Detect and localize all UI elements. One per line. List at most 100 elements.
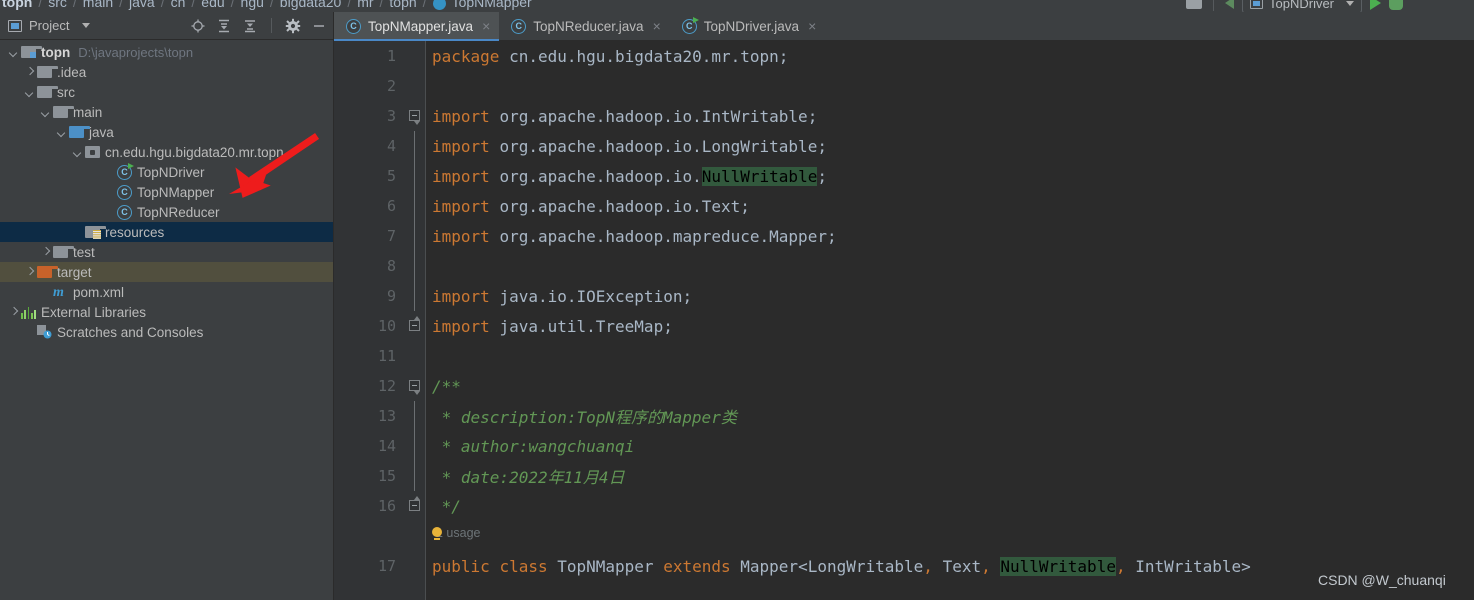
breadcrumb-item[interactable]: cn <box>169 0 188 10</box>
fold-column[interactable] <box>406 71 426 101</box>
breadcrumb-item[interactable]: hgu <box>239 0 266 10</box>
run-configuration-selector[interactable]: TopNDriver <box>1242 0 1363 12</box>
fold-column[interactable] <box>406 491 426 521</box>
chevron-right-icon[interactable] <box>24 67 35 78</box>
code-line[interactable]: 14 * author:wangchuanqi <box>334 431 1474 461</box>
fold-close-icon[interactable] <box>409 316 420 331</box>
tree-item-java[interactable]: java <box>0 122 333 142</box>
code-line[interactable]: 6 import org.apache.hadoop.io.Text; <box>334 191 1474 221</box>
breadcrumb-item[interactable]: main <box>81 0 115 10</box>
fold-column[interactable] <box>406 161 426 191</box>
tree-item-resources[interactable]: resources <box>0 222 333 242</box>
fold-column[interactable] <box>406 401 426 431</box>
tree-item-src[interactable]: src <box>0 82 333 102</box>
fold-column[interactable] <box>406 311 426 341</box>
fold-column[interactable] <box>406 281 426 311</box>
chevron-down-icon[interactable] <box>24 87 35 98</box>
tree-item-cn-edu-hgu-bigdata20-mr-topn[interactable]: cn.edu.hgu.bigdata20.mr.topn <box>0 142 333 162</box>
chevron-down-icon[interactable] <box>56 127 67 138</box>
tree-item-target[interactable]: target <box>0 262 333 282</box>
close-icon[interactable]: × <box>653 19 661 33</box>
fold-column[interactable] <box>406 221 426 251</box>
editor-tab-topnreducer-java[interactable]: C TopNReducer.java × <box>499 12 670 40</box>
code-line[interactable]: 11 <box>334 341 1474 371</box>
tree-item-topn[interactable]: topn D:\javaprojects\topn <box>0 42 333 62</box>
breadcrumb-item[interactable]: java <box>127 0 157 10</box>
code-line[interactable]: 3 import org.apache.hadoop.io.IntWritable… <box>334 101 1474 131</box>
chevron-down-icon[interactable] <box>40 107 51 118</box>
code-line[interactable]: 7 import org.apache.hadoop.mapreduce.Mapp… <box>334 221 1474 251</box>
fold-column[interactable] <box>406 41 426 71</box>
fold-close-icon[interactable] <box>409 496 420 511</box>
chevron-down-icon[interactable] <box>82 23 91 28</box>
code-line[interactable]: 15 * date:2022年11月4日 <box>334 461 1474 491</box>
code-text: public class TopNMapper extends Mapper<L… <box>426 556 1251 576</box>
fold-column[interactable] <box>406 461 426 491</box>
collapse-all-icon[interactable] <box>242 18 258 34</box>
locate-icon[interactable] <box>190 18 206 34</box>
code-line[interactable]: 8 <box>334 251 1474 281</box>
breadcrumb-current[interactable]: TopNMapper <box>450 0 534 10</box>
build-hammer-icon[interactable] <box>1186 0 1202 9</box>
fold-column[interactable] <box>406 191 426 221</box>
chevron-down-icon[interactable] <box>8 47 19 58</box>
code-line[interactable]: 1 usage <box>334 521 1474 551</box>
project-tree[interactable]: topn D:\javaprojects\topn .idea src main java… <box>0 40 333 342</box>
chevron-right-icon[interactable] <box>8 307 19 318</box>
tree-item-main[interactable]: main <box>0 102 333 122</box>
chevron-right-icon[interactable] <box>24 267 35 278</box>
project-panel-title: Project <box>29 18 70 33</box>
chevron-right-icon[interactable] <box>40 247 51 258</box>
tree-item-pom-xml[interactable]: m pom.xml <box>0 282 333 302</box>
fold-region-bar <box>414 251 415 281</box>
code-line[interactable]: 10 import java.util.TreeMap; <box>334 311 1474 341</box>
code-line[interactable]: 16 */ <box>334 491 1474 521</box>
breadcrumb-item[interactable]: topn <box>387 0 418 10</box>
code-line[interactable]: 1 package cn.edu.hgu.bigdata20.mr.topn; <box>334 41 1474 71</box>
chevron-down-icon[interactable] <box>72 147 83 158</box>
run-button[interactable] <box>1370 0 1382 10</box>
tree-item-external-libraries[interactable]: External Libraries <box>0 302 333 322</box>
usage-inlay-hint[interactable]: 1 usage <box>432 526 480 540</box>
breadcrumb-item[interactable]: bigdata20 <box>278 0 344 10</box>
close-icon[interactable]: × <box>482 19 490 33</box>
breadcrumb-item[interactable]: topn <box>0 0 34 10</box>
tree-item-test[interactable]: test <box>0 242 333 262</box>
code-line[interactable]: 17 public class TopNMapper extends Mapper… <box>334 551 1474 581</box>
code-editor[interactable]: 1 package cn.edu.hgu.bigdata20.mr.topn; 2 3… <box>334 41 1474 600</box>
tree-item--idea[interactable]: .idea <box>0 62 333 82</box>
editor-tab-topndriver-java[interactable]: C TopNDriver.java × <box>670 12 825 40</box>
breadcrumb-item[interactable]: edu <box>199 0 226 10</box>
close-icon[interactable]: × <box>808 19 816 33</box>
code-line[interactable]: 5 import org.apache.hadoop.io.NullWritabl… <box>334 161 1474 191</box>
code-line[interactable]: 9 import java.io.IOException; <box>334 281 1474 311</box>
fold-column[interactable] <box>406 251 426 281</box>
code-line[interactable]: 13 * description:TopN程序的Mapper类 <box>334 401 1474 431</box>
editor-tabbar[interactable]: C TopNMapper.java × C TopNReducer.java × C TopN… <box>334 12 1474 41</box>
fold-open-icon[interactable] <box>409 380 420 395</box>
fold-column[interactable] <box>406 551 426 581</box>
back-arrow-icon[interactable] <box>1225 0 1234 9</box>
project-panel-title-group[interactable]: Project <box>8 18 91 33</box>
gear-icon[interactable] <box>285 18 301 34</box>
minimize-icon[interactable] <box>311 18 327 34</box>
fold-open-icon[interactable] <box>409 110 420 125</box>
fold-column[interactable] <box>406 521 426 551</box>
breadcrumb-item[interactable]: src <box>46 0 69 10</box>
code-line[interactable]: 4 import org.apache.hadoop.io.LongWritabl… <box>334 131 1474 161</box>
fold-column[interactable] <box>406 431 426 461</box>
fold-column[interactable] <box>406 131 426 161</box>
fold-column[interactable] <box>406 101 426 131</box>
code-line[interactable]: 12 /** <box>334 371 1474 401</box>
tree-item-topndriver[interactable]: C TopNDriver <box>0 162 333 182</box>
editor-tab-topnmapper-java[interactable]: C TopNMapper.java × <box>334 12 500 41</box>
expand-all-icon[interactable] <box>216 18 232 34</box>
tree-item-topnreducer[interactable]: C TopNReducer <box>0 202 333 222</box>
code-line[interactable]: 2 <box>334 71 1474 101</box>
tree-item-scratches-and-consoles[interactable]: Scratches and Consoles <box>0 322 333 342</box>
breadcrumb-item[interactable]: mr <box>355 0 375 10</box>
debug-button[interactable] <box>1389 0 1404 10</box>
fold-column[interactable] <box>406 341 426 371</box>
tree-item-topnmapper[interactable]: C TopNMapper <box>0 182 333 202</box>
fold-column[interactable] <box>406 371 426 401</box>
